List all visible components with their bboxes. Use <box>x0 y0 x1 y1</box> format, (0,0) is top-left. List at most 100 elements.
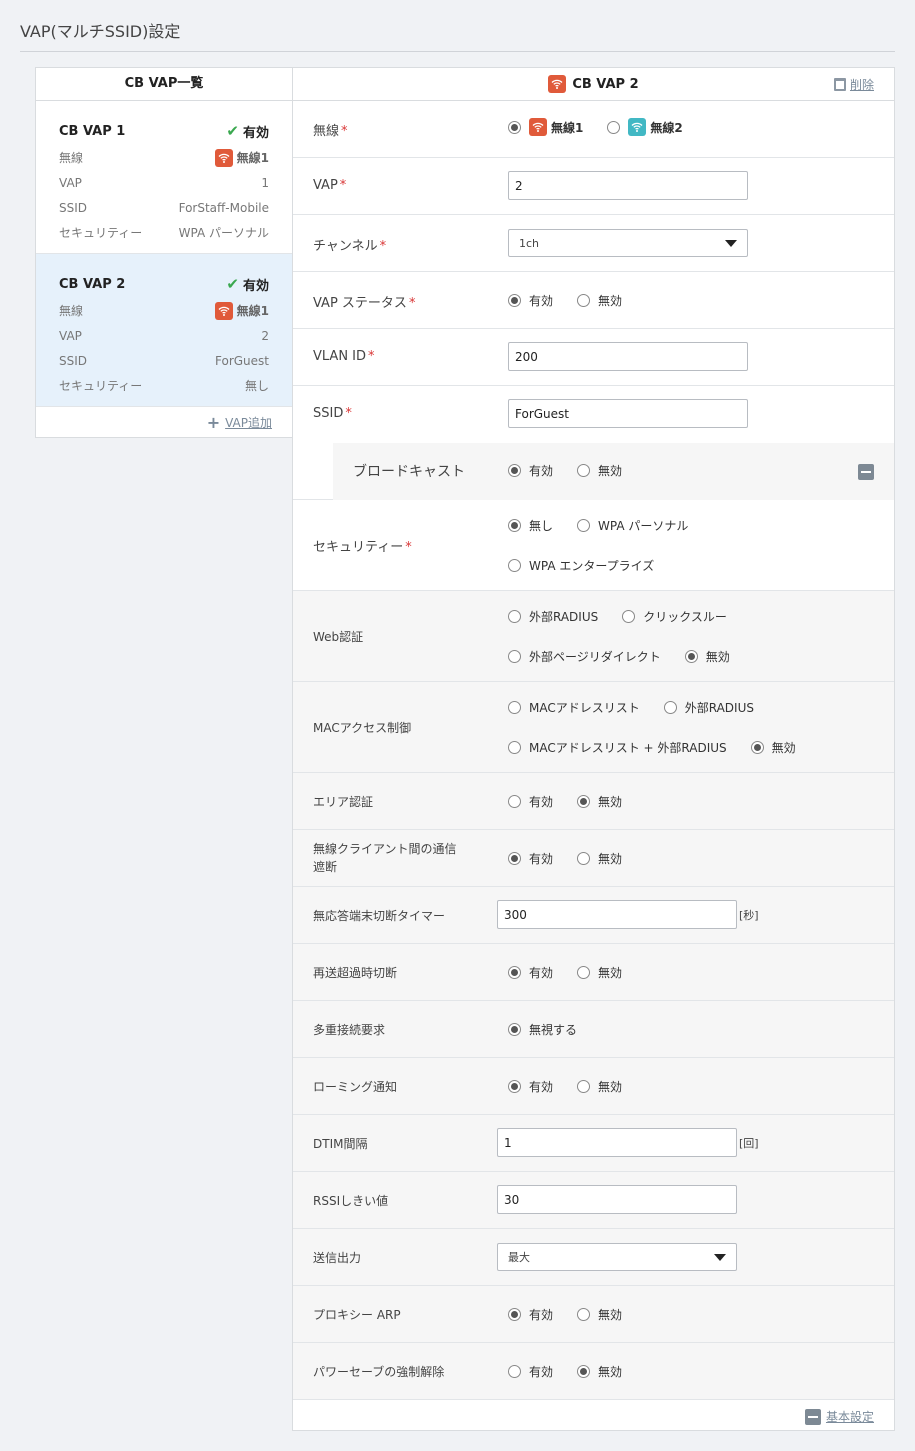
vap-card-name: CB VAP 2 <box>59 276 126 292</box>
ssid-input[interactable]: ForGuest <box>508 399 748 428</box>
field-label: 無線 <box>59 304 84 318</box>
wifi-icon <box>628 118 647 136</box>
vap-card-1[interactable]: CB VAP 1 ✔ 有効 無線 無線1 VAP 1 SSID ForStaff-… <box>36 101 292 254</box>
broadcast-subrow: ブロードキャスト 有効 無効 <box>293 443 894 500</box>
client-isolation-row: 無線クライアント間の通信 遮断 有効 無効 <box>293 830 894 887</box>
tx-power-row: 送信出力 最大 <box>293 1229 894 1286</box>
field-label: SSID <box>59 200 88 215</box>
radio-button[interactable] <box>508 1308 521 1321</box>
collapse-icon[interactable] <box>858 464 874 480</box>
field-label: VAP <box>59 328 82 343</box>
dtim-input[interactable]: 1 <box>497 1128 737 1157</box>
mac-access-row: MACアクセス制御 MACアドレスリスト 外部RADIUS MACアドレスリスト… <box>293 682 894 773</box>
tx-power-select[interactable]: 最大 <box>497 1243 737 1271</box>
radio-button[interactable] <box>508 120 521 134</box>
radio-button[interactable] <box>577 852 591 865</box>
wifi-icon <box>548 75 567 93</box>
radio-button[interactable] <box>622 610 636 623</box>
dtim-row: DTIM間隔 1 [回] <box>293 1115 894 1172</box>
vap-list-header: CB VAP一覧 <box>36 68 292 101</box>
chevron-down-icon <box>714 1253 726 1261</box>
timer-input[interactable]: 300 <box>497 900 737 929</box>
radio-button[interactable] <box>577 294 591 307</box>
ssid-row: SSID * ForGuest ブロードキャスト 有効 無効 <box>293 386 894 500</box>
radio-button[interactable] <box>607 120 621 134</box>
field-label: セキュリティー <box>59 226 143 240</box>
radio-option-1[interactable]: 無線1 <box>508 118 583 136</box>
collapse-icon <box>804 1408 821 1425</box>
vlan-row: VLAN ID * 200 <box>293 329 894 386</box>
rssi-row: RSSIしきい値 30 <box>293 1172 894 1229</box>
vap-detail-panel: CB VAP 2 削除 無線 * 無線1 無線2 VAP * 2 チャンネル * 1c… <box>292 67 895 1431</box>
radio-button[interactable] <box>508 1365 521 1378</box>
radio-button[interactable] <box>508 294 521 307</box>
detail-header: CB VAP 2 削除 <box>293 68 894 101</box>
plus-icon: + <box>206 413 221 432</box>
radio-button[interactable] <box>577 966 591 979</box>
timer-row: 無応答端末切断タイマー 300 [秒] <box>293 887 894 944</box>
radio-button[interactable] <box>508 519 521 532</box>
field-label: 無線 <box>59 151 84 165</box>
rssi-input[interactable]: 30 <box>497 1185 737 1214</box>
vap-card-name: CB VAP 1 <box>59 123 126 139</box>
vap-card-2[interactable]: CB VAP 2 ✔ 有効 無線 無線1 VAP 2 SSID ForGuest … <box>36 254 292 407</box>
radio-button[interactable] <box>663 701 677 714</box>
radio-button[interactable] <box>577 519 591 532</box>
wifi-icon <box>214 301 233 320</box>
radio-button[interactable] <box>508 650 521 663</box>
radio-button[interactable] <box>750 741 764 754</box>
delete-button[interactable]: 削除 <box>833 76 874 93</box>
radio-button[interactable] <box>508 701 521 714</box>
trash-icon <box>833 78 846 91</box>
area-auth-row: エリア認証 有効 無効 <box>293 773 894 830</box>
detail-title: CB VAP 2 <box>572 76 639 92</box>
title-divider <box>20 51 895 52</box>
chevron-down-icon <box>725 239 737 247</box>
radio-button[interactable] <box>577 795 591 808</box>
vap-value: 2 <box>261 328 269 343</box>
radio-button[interactable] <box>508 795 521 808</box>
ssid-value: ForStaff-Mobile <box>178 200 269 215</box>
security-value: WPA パーソナル <box>178 226 269 240</box>
radio-button[interactable] <box>577 464 591 477</box>
radio-button[interactable] <box>508 1023 521 1036</box>
radio-option-2[interactable]: 無線2 <box>607 118 683 136</box>
vap-input[interactable]: 2 <box>508 171 748 200</box>
radio-value: 無線1 <box>236 151 269 165</box>
wifi-icon <box>214 148 233 167</box>
radio-button[interactable] <box>508 966 521 979</box>
radio-button[interactable] <box>508 464 521 477</box>
retrans-row: 再送超過時切断 有効 無効 <box>293 944 894 1001</box>
ssid-value: ForGuest <box>215 353 269 368</box>
channel-select[interactable]: 1ch <box>508 229 748 257</box>
check-icon: ✔ <box>226 275 239 293</box>
radio-button[interactable] <box>508 1080 521 1093</box>
radio-button[interactable] <box>508 610 521 623</box>
basic-settings-link[interactable]: 基本設定 <box>293 1400 894 1433</box>
radio-button[interactable] <box>508 559 521 572</box>
status-badge: ✔ 有効 <box>226 275 269 294</box>
page-title: VAP(マルチSSID)設定 <box>20 22 181 41</box>
vlan-input[interactable]: 200 <box>508 342 748 371</box>
field-label: VAP <box>59 175 82 190</box>
roaming-row: ローミング通知 有効 無効 <box>293 1058 894 1115</box>
radio-button[interactable] <box>577 1308 591 1321</box>
radio-button[interactable] <box>508 741 521 754</box>
radio-button[interactable] <box>577 1080 591 1093</box>
multi-connect-row: 多重接続要求 無視する <box>293 1001 894 1058</box>
vap-add-link[interactable]: + VAP追加 <box>36 407 292 438</box>
web-auth-row: Web認証 外部RADIUS クリックスルー 外部ページリダイレクト 無効 <box>293 591 894 682</box>
power-save-row: パワーセーブの強制解除 有効 無効 <box>293 1343 894 1400</box>
vap-value: 1 <box>261 175 269 190</box>
security-row: セキュリティー * 無し WPA パーソナル WPA エンタープライズ <box>293 500 894 591</box>
channel-row: チャンネル * 1ch <box>293 215 894 272</box>
radio-button[interactable] <box>577 1365 591 1378</box>
radio-button[interactable] <box>684 650 698 663</box>
radio-row: 無線 * 無線1 無線2 <box>293 101 894 158</box>
vap-row: VAP * 2 <box>293 158 894 215</box>
radio-value: 無線1 <box>236 304 269 318</box>
security-value: 無し <box>244 379 269 393</box>
field-label: セキュリティー <box>59 379 143 393</box>
check-icon: ✔ <box>226 122 239 140</box>
radio-button[interactable] <box>508 852 521 865</box>
